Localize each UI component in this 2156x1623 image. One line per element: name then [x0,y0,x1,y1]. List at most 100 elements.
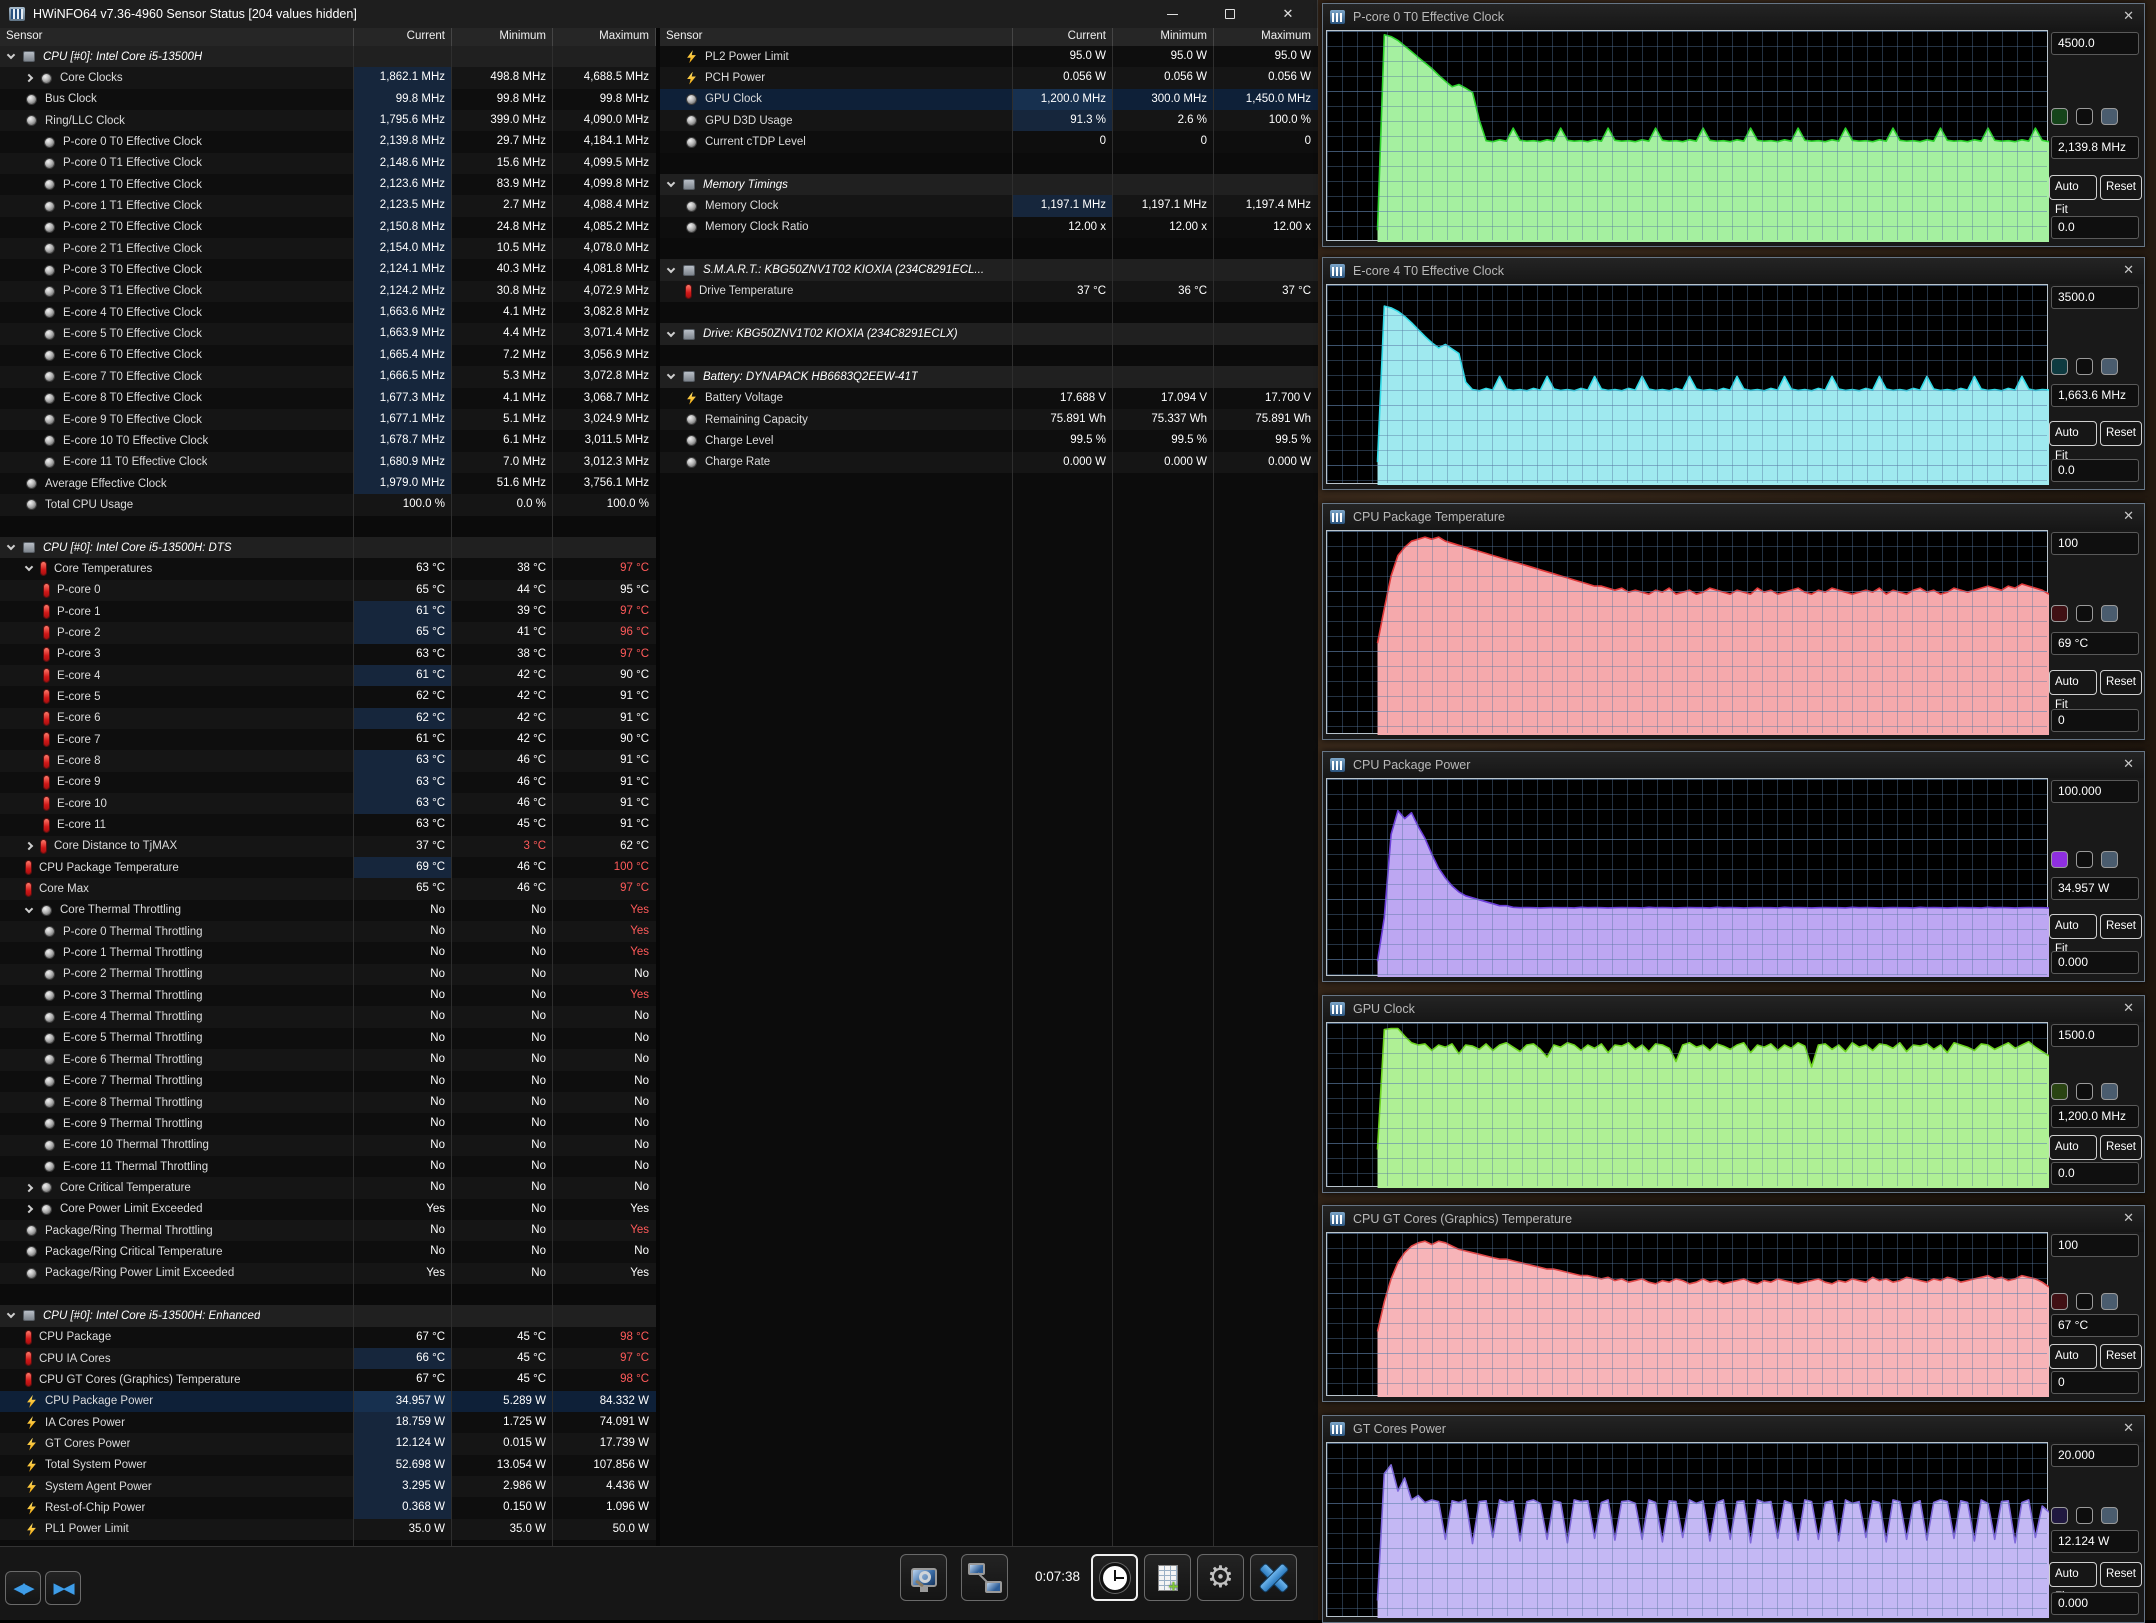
exit-button[interactable] [1250,1554,1297,1601]
reset-button[interactable]: Reset [2100,1344,2142,1369]
sensor-row[interactable]: P-core 161 °C39 °C97 °C [0,601,656,622]
column-header-minimum[interactable]: Minimum [1113,28,1214,46]
auto-fit-button[interactable]: Auto Fit [2049,670,2097,695]
sensor-row[interactable]: Core Temperatures63 °C38 °C97 °C [0,558,656,579]
sensor-row[interactable]: GPU D3D Usage91.3 %2.6 %100.0 % [660,110,1318,131]
sensor-row[interactable]: E-core 9 T0 Effective Clock1,677.1 MHz5.… [0,409,656,430]
sensor-row[interactable]: P-core 2 Thermal ThrottlingNoNoNo [0,964,656,985]
graph-title-bar[interactable]: CPU Package Power✕ [1323,752,2144,778]
graph-plot-area[interactable] [1326,30,2048,241]
sensor-row[interactable]: P-core 1 T1 Effective Clock2,123.5 MHz2.… [0,195,656,216]
chevron-right-icon[interactable] [25,842,33,850]
section-row[interactable]: Battery: DYNAPACK HB6683Q2EEW-41T [660,366,1318,387]
sensor-row[interactable]: System Agent Power3.295 W2.986 W4.436 W [0,1476,656,1497]
graph-color-swatch[interactable] [2051,1507,2068,1524]
sensor-row[interactable]: E-core 4 T0 Effective Clock1,663.6 MHz4.… [0,302,656,323]
graph-panel-3[interactable]: CPU Package Power✕100.00034.957 WAuto Fi… [1322,751,2145,982]
sensor-row[interactable]: Total System Power52.698 W13.054 W107.85… [0,1455,656,1476]
section-row[interactable]: CPU [#0]: Intel Core i5-13500H: DTS [0,537,656,558]
sensor-row[interactable]: E-core 4 Thermal ThrottlingNoNoNo [0,1006,656,1027]
sensor-row[interactable]: Ring/LLC Clock1,795.6 MHz399.0 MHz4,090.… [0,110,656,131]
background-color-swatch[interactable] [2076,605,2093,622]
grid-color-swatch[interactable] [2101,605,2118,622]
sensor-row[interactable]: PL1 Power Limit35.0 W35.0 W50.0 W [0,1519,656,1540]
sensor-row[interactable]: E-core 11 T0 Effective Clock1,680.9 MHz7… [0,452,656,473]
graph-close-icon[interactable]: ✕ [2123,1420,2134,1436]
sensor-row[interactable]: E-core 662 °C42 °C91 °C [0,708,656,729]
background-color-swatch[interactable] [2076,1507,2093,1524]
reset-button[interactable]: Reset [2100,175,2142,200]
sensor-row[interactable]: E-core 11 Thermal ThrottlingNoNoNo [0,1156,656,1177]
auto-fit-button[interactable]: Auto Fit [2049,421,2097,446]
close-button[interactable]: ✕ [1277,3,1299,25]
settings-button[interactable]: ⚙ [1197,1554,1244,1601]
graph-min-value[interactable]: 0 [2051,1371,2139,1394]
graph-title-bar[interactable]: GPU Clock✕ [1323,996,2144,1022]
chevron-right-icon[interactable] [25,74,33,82]
sensor-row[interactable]: E-core 10 T0 Effective Clock1,678.7 MHz6… [0,430,656,451]
section-row[interactable]: Drive: KBG50ZNV1T02 KIOXIA (234C8291ECLX… [660,323,1318,344]
auto-fit-button[interactable]: Auto Fit [2049,1344,2097,1369]
grid-color-swatch[interactable] [2101,108,2118,125]
graph-close-icon[interactable]: ✕ [2123,262,2134,278]
sensor-row[interactable]: E-core 562 °C42 °C91 °C [0,686,656,707]
sensor-row[interactable]: E-core 1063 °C46 °C91 °C [0,793,656,814]
graph-max-value[interactable]: 1500.0 [2051,1024,2139,1047]
chevron-down-icon[interactable] [7,51,15,59]
chevron-right-icon[interactable] [25,1184,33,1192]
column-header-maximum[interactable]: Maximum [553,28,656,46]
sensor-row[interactable]: Current cTDP Level000 [660,131,1318,152]
background-color-swatch[interactable] [2076,358,2093,375]
graph-title-bar[interactable]: CPU GT Cores (Graphics) Temperature✕ [1323,1206,2144,1232]
grid-color-swatch[interactable] [2101,1507,2118,1524]
auto-fit-button[interactable]: Auto Fit [2049,1135,2097,1160]
sensor-row[interactable]: Package/Ring Critical TemperatureNoNoNo [0,1241,656,1262]
sensor-row[interactable]: P-core 265 °C41 °C96 °C [0,622,656,643]
graph-min-value[interactable]: 0 [2051,709,2139,732]
grid-color-swatch[interactable] [2101,358,2118,375]
section-row[interactable]: CPU [#0]: Intel Core i5-13500H: Enhanced [0,1305,656,1326]
sensor-row[interactable]: Core Critical TemperatureNoNoNo [0,1177,656,1198]
graph-min-value[interactable]: 0.000 [2051,951,2139,974]
graph-plot-area[interactable] [1326,530,2048,734]
sensor-row[interactable]: E-core 863 °C46 °C91 °C [0,750,656,771]
sensor-row[interactable]: E-core 5 T0 Effective Clock1,663.9 MHz4.… [0,323,656,344]
sensor-row[interactable]: GPU Clock1,200.0 MHz300.0 MHz1,450.0 MHz [660,89,1318,110]
graph-plot-area[interactable] [1326,284,2048,484]
sensor-row[interactable]: Core Max65 °C46 °C97 °C [0,878,656,899]
sensor-row[interactable]: Battery Voltage17.688 V17.094 V17.700 V [660,388,1318,409]
sensor-row[interactable]: Package/Ring Power Limit ExceededYesNoYe… [0,1263,656,1284]
sensor-row[interactable]: P-core 1 Thermal ThrottlingNoNoYes [0,942,656,963]
sensor-row[interactable]: P-core 3 Thermal ThrottlingNoNoYes [0,985,656,1006]
chevron-down-icon[interactable] [7,542,15,550]
chevron-down-icon[interactable] [25,563,33,571]
sensor-row[interactable]: Average Effective Clock1,979.0 MHz51.6 M… [0,473,656,494]
auto-fit-button[interactable]: Auto Fit [2049,1562,2097,1587]
sensor-row[interactable]: PCH Power0.056 W0.056 W0.056 W [660,67,1318,88]
graph-min-value[interactable]: 0.0 [2051,459,2139,482]
sensor-row[interactable]: CPU GT Cores (Graphics) Temperature67 °C… [0,1369,656,1390]
graph-panel-5[interactable]: CPU GT Cores (Graphics) Temperature✕1006… [1322,1205,2145,1402]
sensor-row[interactable]: P-core 0 T0 Effective Clock2,139.8 MHz29… [0,131,656,152]
graph-max-value[interactable]: 100.000 [2051,780,2139,803]
graph-max-value[interactable]: 3500.0 [2051,286,2139,309]
sensor-row[interactable]: E-core 5 Thermal ThrottlingNoNoNo [0,1028,656,1049]
column-header-sensor[interactable]: Sensor [660,28,1013,46]
sensor-row[interactable]: Package/Ring Thermal ThrottlingNoNoYes [0,1220,656,1241]
auto-fit-button[interactable]: Auto Fit [2049,914,2097,939]
graph-max-value[interactable]: 4500.0 [2051,32,2139,55]
column-header-minimum[interactable]: Minimum [452,28,553,46]
chevron-down-icon[interactable] [667,328,675,336]
remote-sensors-button[interactable] [961,1554,1008,1601]
sensor-row[interactable]: CPU Package Power34.957 W5.289 W84.332 W [0,1391,656,1412]
grid-color-swatch[interactable] [2101,1293,2118,1310]
chevron-right-icon[interactable] [25,1205,33,1213]
graph-title-bar[interactable]: P-core 0 T0 Effective Clock✕ [1323,4,2144,30]
sensor-row[interactable]: P-core 0 T1 Effective Clock2,148.6 MHz15… [0,153,656,174]
grid-color-swatch[interactable] [2101,1083,2118,1100]
reset-button[interactable]: Reset [2100,914,2142,939]
graph-panel-0[interactable]: P-core 0 T0 Effective Clock✕4500.02,139.… [1322,3,2145,247]
auto-fit-button[interactable]: Auto Fit [2049,175,2097,200]
sensor-row[interactable]: CPU Package Temperature69 °C46 °C100 °C [0,857,656,878]
sensor-row[interactable]: P-core 363 °C38 °C97 °C [0,644,656,665]
